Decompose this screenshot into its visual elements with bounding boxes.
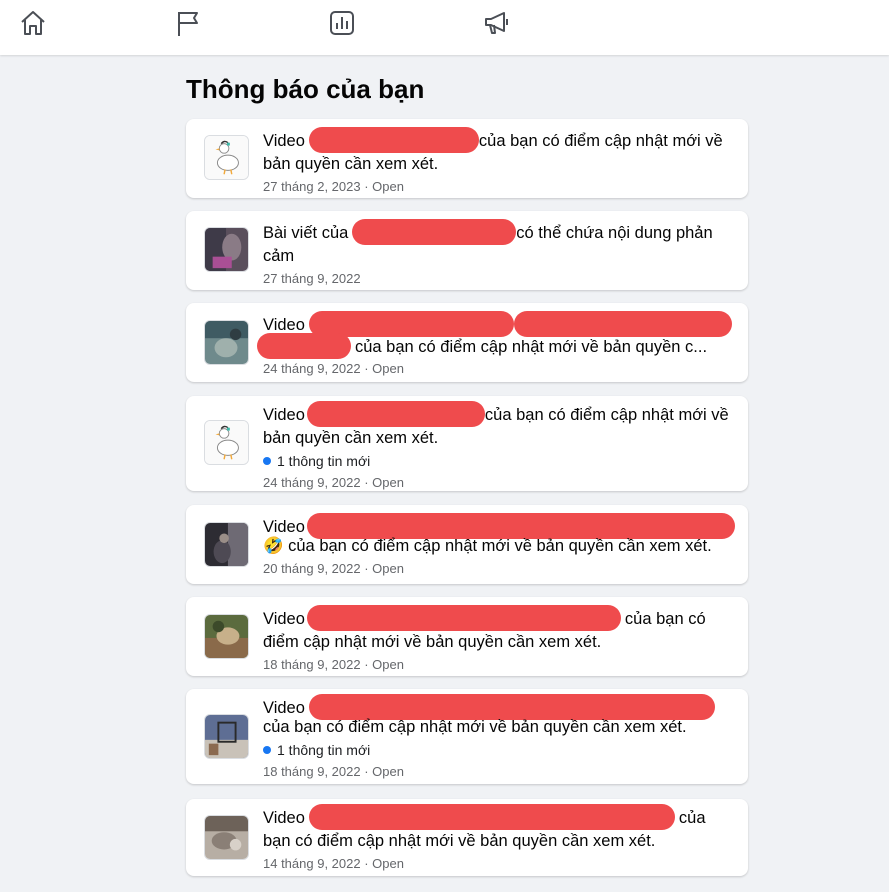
notification-card[interactable]: Bài viết của có thể chứa nội dung phản cả… <box>186 211 748 290</box>
open-link[interactable]: Open <box>372 561 404 576</box>
notification-message: Video của bạn có điểm cập nhật mới về bản… <box>263 804 734 852</box>
notification-meta: 14 tháng 9, 2022 · Open <box>263 856 404 871</box>
notification-card[interactable]: Video của bạn có điểm cập nhật mới về bản… <box>186 119 748 198</box>
notification-message: Video của bạn có điểm cập nhật mới về bả… <box>263 694 734 738</box>
new-dot-icon <box>263 457 271 465</box>
open-link[interactable]: Open <box>372 856 404 871</box>
redaction-mark <box>352 219 517 245</box>
new-dot-icon <box>263 746 271 754</box>
notification-card[interactable]: Video của bạn có điểm cập nhật mới về bản… <box>186 799 748 876</box>
notification-message: Video của bạn có điểm cập nhật mới về bả… <box>257 311 734 359</box>
video-thumbnail <box>204 614 249 659</box>
redaction-mark <box>257 333 351 359</box>
notification-card[interactable]: Video của bạn có điểm cập nhật mới về bản… <box>186 597 748 676</box>
open-link[interactable]: Open <box>372 764 404 779</box>
notification-card[interactable]: Video 🤣 của bạn có điểm cập nhật mới về … <box>186 505 748 584</box>
redaction-mark <box>306 605 621 631</box>
new-info-badge: 1 thông tin mới <box>263 740 734 760</box>
redaction-mark <box>308 804 675 830</box>
redaction-mark <box>308 127 479 153</box>
notification-card[interactable]: Video của bạn có điểm cập nhật mới về bản… <box>186 396 748 491</box>
post-thumbnail <box>204 227 249 272</box>
notification-card[interactable]: Video của bạn có điểm cập nhật mới về bả… <box>186 303 748 382</box>
video-thumbnail <box>204 320 249 365</box>
notification-message: Video của bạn có điểm cập nhật mới về bản… <box>263 401 734 449</box>
notification-message: Video của bạn có điểm cập nhật mới về bản… <box>263 127 734 175</box>
top-nav-bar <box>0 0 889 55</box>
notification-meta: 27 tháng 9, 2022 <box>263 271 361 286</box>
notification-card[interactable]: Video của bạn có điểm cập nhật mới về bả… <box>186 689 748 784</box>
open-link[interactable]: Open <box>372 179 404 194</box>
notification-meta: 18 tháng 9, 2022 · Open <box>263 657 404 672</box>
notification-message: Video 🤣 của bạn có điểm cập nhật mới về … <box>263 513 735 557</box>
open-link[interactable]: Open <box>372 361 404 376</box>
megaphone-icon[interactable] <box>480 6 514 40</box>
new-info-badge: 1 thông tin mới <box>263 451 734 471</box>
redaction-mark <box>306 401 485 427</box>
bar-chart-icon[interactable] <box>325 6 359 40</box>
flag-icon[interactable] <box>171 6 205 40</box>
open-link[interactable]: Open <box>372 475 404 490</box>
notification-meta: 20 tháng 9, 2022 · Open <box>263 561 404 576</box>
video-thumbnail <box>204 522 249 567</box>
home-icon[interactable] <box>16 6 50 40</box>
duck-thumbnail <box>204 420 249 465</box>
notification-meta: 24 tháng 9, 2022 · Open <box>263 475 404 490</box>
notification-message: Video của bạn có điểm cập nhật mới về bản… <box>263 605 734 653</box>
notification-message: Bài viết của có thể chứa nội dung phản cả… <box>263 219 734 267</box>
notification-meta: 24 tháng 9, 2022 · Open <box>263 361 404 376</box>
open-link[interactable]: Open <box>372 657 404 672</box>
page-title: Thông báo của bạn <box>186 74 425 104</box>
notification-meta: 27 tháng 2, 2023 · Open <box>263 179 404 194</box>
notification-meta: 18 tháng 9, 2022 · Open <box>263 764 404 779</box>
video-thumbnail <box>204 815 249 860</box>
video-thumbnail <box>204 714 249 759</box>
duck-thumbnail <box>204 135 249 180</box>
